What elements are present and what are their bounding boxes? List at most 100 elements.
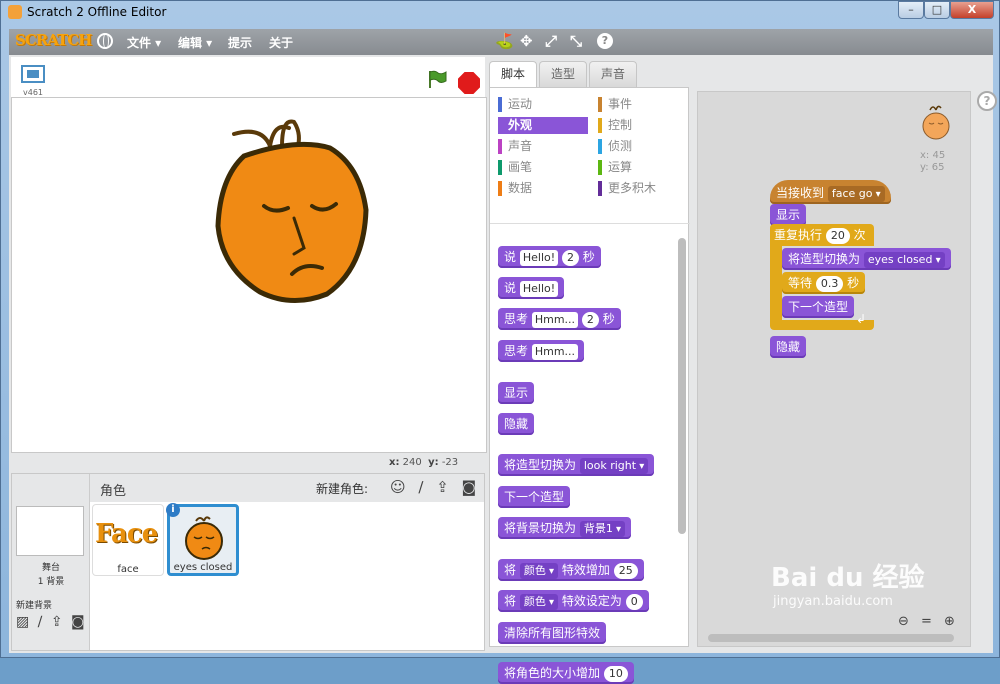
category-label: 更多积木 <box>608 181 657 195</box>
repeat-count-input[interactable]: 20 <box>825 227 850 244</box>
sprite-tile-eyes-closed[interactable]: i eyes closed <box>166 503 239 576</box>
message-dropdown[interactable]: face go <box>827 185 885 202</box>
title-bar: Scratch 2 Offline Editor – □ X <box>1 1 1000 25</box>
stop-sign-icon[interactable] <box>458 72 480 94</box>
block-number-input[interactable]: 25 <box>613 562 638 579</box>
category-data[interactable]: 数据 <box>498 180 588 197</box>
face-sprite-drawing[interactable] <box>12 98 488 454</box>
category-motion[interactable]: 运动 <box>498 96 588 113</box>
delete-cut-icon[interactable]: ✥ <box>520 32 533 50</box>
sprite-info-icon[interactable]: i <box>166 503 180 517</box>
block-show[interactable]: 显示 <box>498 382 535 404</box>
close-button[interactable]: X <box>950 1 994 19</box>
watermark-brand: Bai du 经验 <box>771 563 925 593</box>
tab-costumes[interactable]: 造型 <box>539 61 587 87</box>
block-text-input[interactable]: Hmm... <box>531 343 579 360</box>
block-number-input[interactable]: 10 <box>603 665 628 682</box>
sprite-header: 角色 新建角色: ☺ ∕ ⇪ ◙ <box>90 474 484 502</box>
menu-file[interactable]: 文件 ▾ <box>127 34 161 51</box>
help-icon[interactable]: ? <box>977 91 997 111</box>
category-looks[interactable]: 外观 <box>498 117 588 134</box>
sprite-thumbnail-eyes-closed <box>185 516 223 560</box>
menu-edit[interactable]: 编辑 ▾ <box>178 34 212 51</box>
current-sprite-thumbnail <box>922 105 950 140</box>
block-help-icon[interactable]: ? <box>597 33 613 49</box>
effect-dropdown[interactable]: 颜色 <box>519 593 559 610</box>
scratch-logo[interactable]: SCRATCH <box>15 31 92 49</box>
costume-dropdown[interactable]: eyes closed <box>863 251 945 268</box>
script-block-show[interactable]: 显示 <box>770 204 807 226</box>
block-say-for-secs[interactable]: 说 Hello! 2 秒 <box>498 246 601 268</box>
block-text-input[interactable]: Hmm... <box>531 311 579 328</box>
language-globe-icon[interactable] <box>97 33 113 49</box>
costume-dropdown[interactable]: look right <box>579 457 649 474</box>
block-say[interactable]: 说 Hello! <box>498 277 565 299</box>
sprite-x-readout: x: 45 <box>920 150 946 161</box>
block-number-input[interactable]: 0 <box>625 593 643 610</box>
script-block-switch-costume[interactable]: 将造型切换为 eyes closed <box>782 248 951 270</box>
block-text-input[interactable]: Hello! <box>519 280 559 297</box>
stage-header: v461 <box>11 57 485 97</box>
palette-divider <box>490 223 690 224</box>
block-think[interactable]: 思考 Hmm... <box>498 340 585 362</box>
category-pen[interactable]: 画笔 <box>498 159 588 176</box>
category-sound[interactable]: 声音 <box>498 138 588 155</box>
script-block-wait[interactable]: 等待 0.3 秒 <box>782 272 866 294</box>
backdrop-dropdown[interactable]: 背景1 <box>579 520 626 537</box>
block-set-effect[interactable]: 将 颜色 特效设定为 0 <box>498 590 649 612</box>
block-change-effect[interactable]: 将 颜色 特效增加 25 <box>498 559 644 581</box>
category-sensing[interactable]: 侦测 <box>598 138 688 155</box>
menu-about[interactable]: 关于 <box>269 34 293 51</box>
script-block-hide[interactable]: 隐藏 <box>770 336 807 358</box>
menu-tips[interactable]: 提示 <box>228 34 252 51</box>
new-sprite-tools[interactable]: ☺ ∕ ⇪ ◙ <box>390 478 480 496</box>
block-think-for-secs[interactable]: 思考 Hmm... 2 秒 <box>498 308 621 330</box>
block-number-input[interactable]: 2 <box>581 311 599 328</box>
block-text: 秒 <box>847 276 860 290</box>
category-operators[interactable]: 运算 <box>598 159 688 176</box>
shrink-icon[interactable]: ⤡ <box>570 32 582 50</box>
block-hide[interactable]: 隐藏 <box>498 413 535 435</box>
palette-scrollbar[interactable] <box>678 238 686 534</box>
sprite-name: face <box>117 564 139 575</box>
script-block-next-costume[interactable]: 下一个造型 <box>782 296 855 318</box>
tab-sounds[interactable]: 声音 <box>589 61 637 87</box>
category-more-blocks[interactable]: 更多积木 <box>598 180 688 197</box>
category-color-bar <box>598 97 602 112</box>
block-text: 秒 <box>582 250 595 264</box>
backdrop-tools[interactable]: ▨ ∕ ⇪ ◙ <box>16 614 87 630</box>
grow-icon[interactable]: ⤢ <box>545 32 557 50</box>
stage-thumbnail[interactable] <box>16 506 84 556</box>
tab-scripts[interactable]: 脚本 <box>489 61 537 87</box>
category-events[interactable]: 事件 <box>598 96 688 113</box>
script-area-scrollbar[interactable] <box>708 634 954 642</box>
zoom-controls[interactable]: ⊖ = ⊕ <box>898 614 959 629</box>
green-flag-icon[interactable] <box>427 69 447 89</box>
block-number-input[interactable]: 2 <box>561 249 579 266</box>
stage-canvas[interactable] <box>11 97 487 453</box>
block-next-costume[interactable]: 下一个造型 <box>498 486 571 508</box>
block-switch-backdrop[interactable]: 将背景切换为 背景1 <box>498 517 632 539</box>
wait-seconds-input[interactable]: 0.3 <box>815 275 844 292</box>
minimize-button[interactable]: – <box>898 1 924 19</box>
block-change-size[interactable]: 将角色的大小增加 10 <box>498 662 634 684</box>
block-switch-costume[interactable]: 将造型切换为 look right <box>498 454 655 476</box>
app-window: Scratch 2 Offline Editor – □ X SCRATCH 文… <box>0 0 1000 684</box>
block-clear-effects[interactable]: 清除所有图形特效 <box>498 622 607 644</box>
effect-dropdown[interactable]: 颜色 <box>519 562 559 579</box>
maximize-button[interactable]: □ <box>924 1 950 19</box>
presentation-mode-icon[interactable] <box>21 65 45 83</box>
block-text-input[interactable]: Hello! <box>519 249 559 266</box>
baidu-watermark: Bai du 经验 jingyan.baidu.com <box>771 557 925 609</box>
block-text: 当接收到 <box>776 186 825 200</box>
version-label: v461 <box>23 88 44 97</box>
hat-block-when-receive[interactable]: 当接收到 face go <box>770 180 891 204</box>
category-control[interactable]: 控制 <box>598 117 688 134</box>
duplicate-stamp-icon[interactable]: ⛳ <box>495 32 514 50</box>
y-label: y: <box>428 457 439 468</box>
block-text: 思考 <box>504 312 529 326</box>
block-text: 次 <box>853 228 866 242</box>
sprite-tile-face[interactable]: Face face <box>92 504 164 576</box>
category-label: 控制 <box>608 118 633 132</box>
block-text: 将角色的大小增加 <box>504 666 601 680</box>
